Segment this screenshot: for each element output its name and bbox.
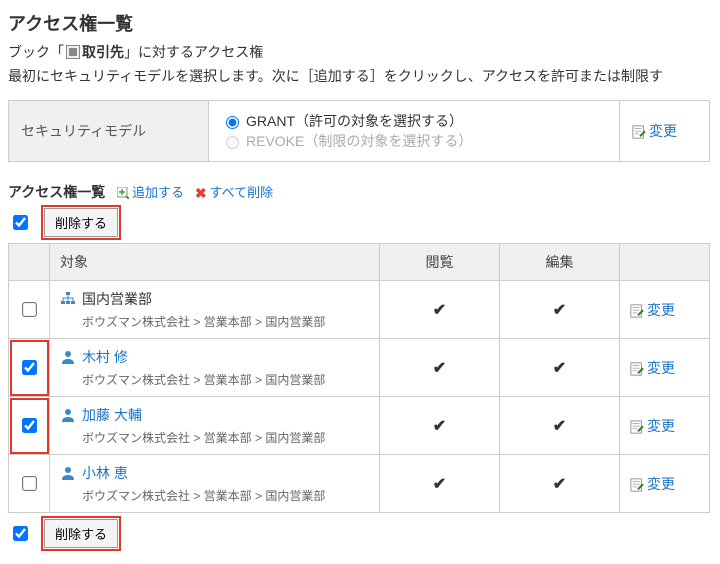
edit-cell: ✔ (500, 455, 620, 513)
view-cell: ✔ (380, 397, 500, 455)
book-context: ブック「取引先」に対するアクセス権 (8, 42, 712, 62)
page-title: アクセス権一覧 (8, 10, 712, 36)
target-name[interactable]: 加藤 大輔 (82, 405, 142, 425)
target-cell: 加藤 大輔ボウズマン株式会社 > 営業本部 > 国内営業部 (50, 397, 380, 455)
org-icon (60, 291, 76, 307)
page-description: 最初にセキュリティモデルを選択します。次に［追加する］をクリックし、アクセスを許… (8, 66, 712, 86)
user-icon (60, 407, 76, 423)
user-icon (60, 349, 76, 365)
edit-icon (630, 420, 644, 434)
select-all-bottom-checkbox[interactable] (13, 526, 28, 541)
select-all-top-checkbox[interactable] (13, 215, 28, 230)
check-icon: ✔ (553, 476, 566, 493)
target-name[interactable]: 木村 修 (82, 347, 128, 367)
row-change-link[interactable]: 変更 (630, 302, 675, 318)
check-icon: ✔ (433, 418, 446, 435)
table-row: 加藤 大輔ボウズマン株式会社 > 営業本部 > 国内営業部 ✔ ✔ 変更 (9, 397, 710, 455)
target-path: ボウズマン株式会社 > 営業本部 > 国内営業部 (60, 487, 369, 504)
bulk-delete-top-button[interactable]: 削除する (44, 208, 118, 237)
table-row: 国内営業部ボウズマン株式会社 > 営業本部 > 国内営業部 ✔ ✔ 変更 (9, 281, 710, 339)
row-change-link[interactable]: 変更 (630, 476, 675, 492)
col-check (9, 244, 50, 281)
add-link[interactable]: 追加する (117, 185, 188, 200)
target-name: 国内営業部 (82, 289, 152, 309)
target-path: ボウズマン株式会社 > 営業本部 > 国内営業部 (60, 313, 369, 330)
radio-grant-label: GRANT（許可の対象を選択する） (246, 111, 463, 131)
radio-grant[interactable] (226, 116, 239, 129)
view-cell: ✔ (380, 455, 500, 513)
check-icon: ✔ (433, 302, 446, 319)
col-action (620, 244, 710, 281)
check-icon: ✔ (553, 302, 566, 319)
check-icon: ✔ (433, 360, 446, 377)
table-row: 小林 恵ボウズマン株式会社 > 営業本部 > 国内営業部 ✔ ✔ 変更 (9, 455, 710, 513)
col-view: 閲覧 (380, 244, 500, 281)
target-path: ボウズマン株式会社 > 営業本部 > 国内営業部 (60, 371, 369, 388)
delete-all-link[interactable]: ✖すべて削除 (195, 185, 273, 200)
radio-revoke-label: REVOKE（制限の対象を選択する） (246, 131, 472, 151)
edit-icon (630, 478, 644, 492)
security-model-label: セキュリティモデル (9, 101, 209, 162)
edit-icon (632, 125, 646, 139)
check-icon: ✔ (433, 476, 446, 493)
list-heading: アクセス権一覧 (8, 182, 105, 202)
row-checkbox[interactable] (22, 302, 37, 317)
row-checkbox[interactable] (22, 476, 37, 491)
radio-revoke (226, 136, 239, 149)
database-icon (66, 45, 80, 59)
edit-icon (630, 304, 644, 318)
target-path: ボウズマン株式会社 > 営業本部 > 国内営業部 (60, 429, 369, 446)
target-cell: 国内営業部ボウズマン株式会社 > 営業本部 > 国内営業部 (50, 281, 380, 339)
row-change-link[interactable]: 変更 (630, 360, 675, 376)
security-model-table: セキュリティモデル GRANT（許可の対象を選択する） REVOKE（制限の対象… (8, 100, 710, 162)
target-cell: 木村 修ボウズマン株式会社 > 営業本部 > 国内営業部 (50, 339, 380, 397)
table-row: 木村 修ボウズマン株式会社 > 営業本部 > 国内営業部 ✔ ✔ 変更 (9, 339, 710, 397)
target-name[interactable]: 小林 恵 (82, 463, 128, 483)
row-change-link[interactable]: 変更 (630, 418, 675, 434)
edit-icon (630, 362, 644, 376)
view-cell: ✔ (380, 339, 500, 397)
user-icon (60, 465, 76, 481)
add-icon (117, 187, 129, 199)
book-name: 取引先 (82, 44, 124, 60)
security-model-options: GRANT（許可の対象を選択する） REVOKE（制限の対象を選択する） (209, 101, 620, 162)
delete-all-icon: ✖ (195, 185, 207, 202)
access-grid: 対象 閲覧 編集 国内営業部ボウズマン株式会社 > 営業本部 > 国内営業部 ✔ ✔… (8, 243, 710, 513)
row-checkbox[interactable] (22, 418, 37, 433)
view-cell: ✔ (380, 281, 500, 339)
edit-cell: ✔ (500, 339, 620, 397)
edit-cell: ✔ (500, 397, 620, 455)
col-target: 対象 (50, 244, 380, 281)
check-icon: ✔ (553, 418, 566, 435)
row-checkbox[interactable] (22, 360, 37, 375)
check-icon: ✔ (553, 360, 566, 377)
bulk-delete-bottom-button[interactable]: 削除する (44, 519, 118, 548)
change-model-link[interactable]: 変更 (632, 123, 677, 139)
edit-cell: ✔ (500, 281, 620, 339)
target-cell: 小林 恵ボウズマン株式会社 > 営業本部 > 国内営業部 (50, 455, 380, 513)
list-toolbar: アクセス権一覧 追加する ✖すべて削除 (8, 182, 712, 202)
col-edit: 編集 (500, 244, 620, 281)
